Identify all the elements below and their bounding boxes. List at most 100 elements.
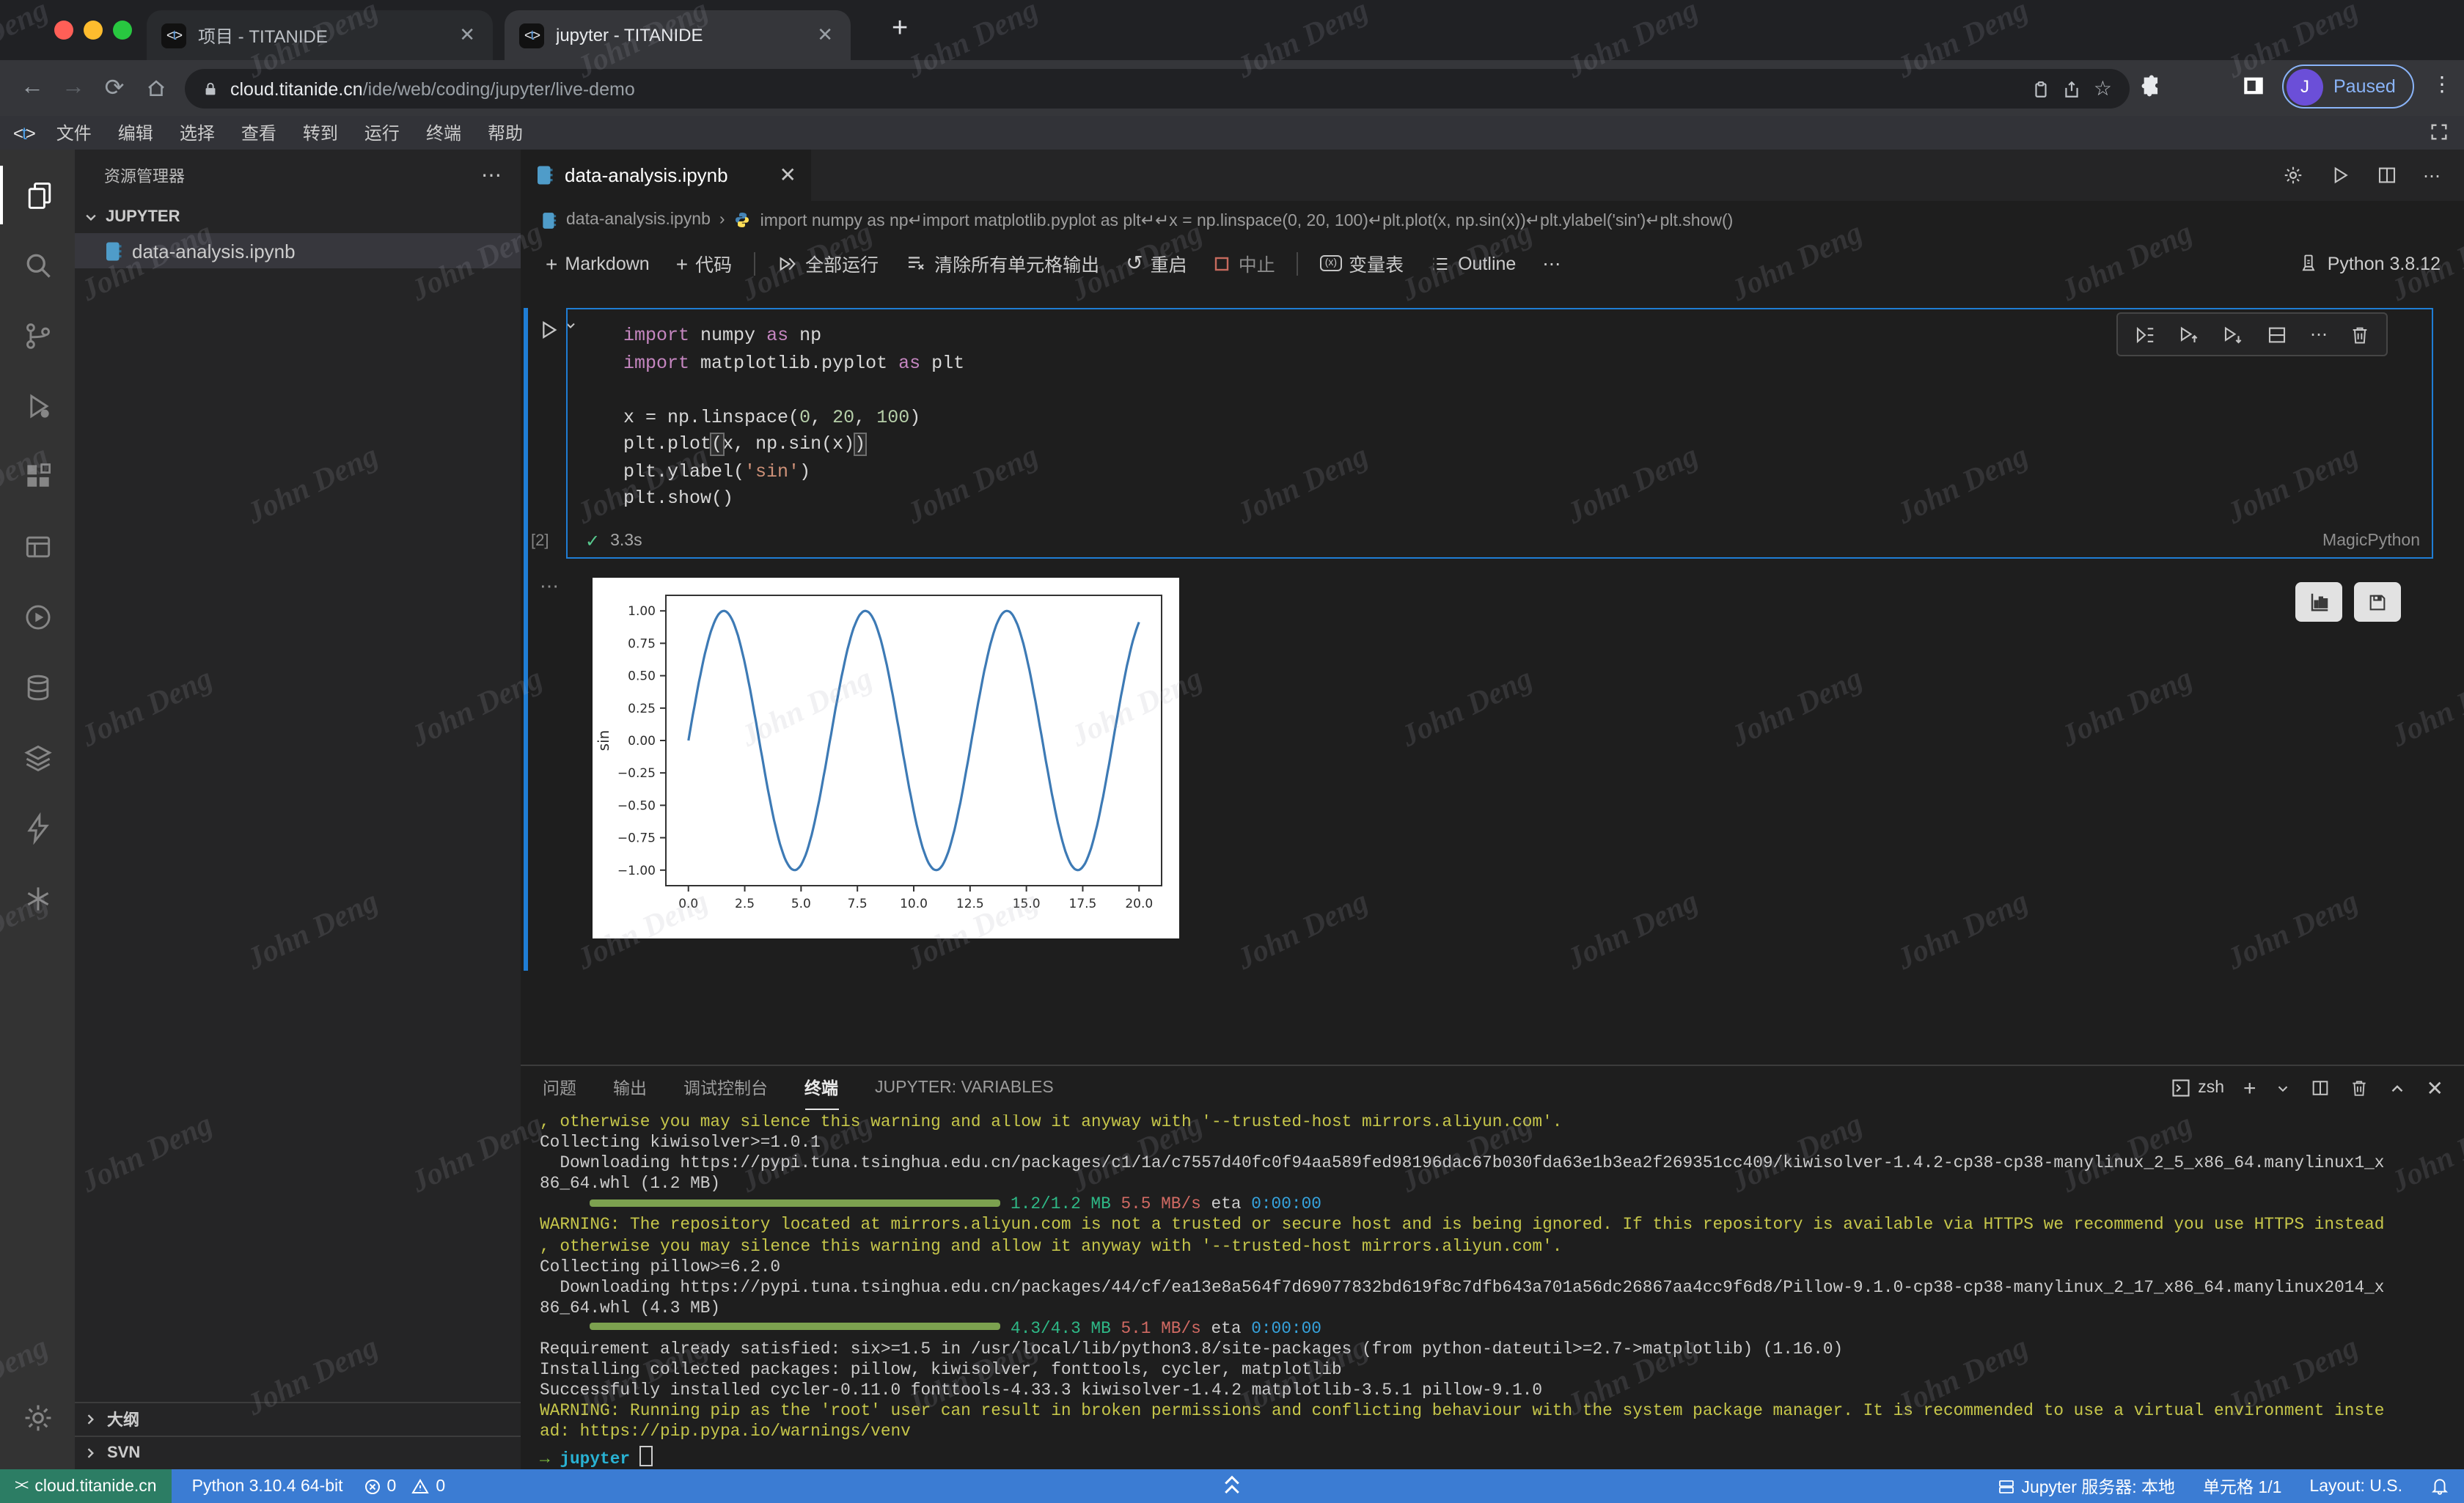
menu-item-7[interactable]: 终端 [413, 120, 474, 145]
python-interpreter-status[interactable]: Python 3.10.4 64-bit [192, 1477, 343, 1495]
jupyter-server-status[interactable]: Jupyter 服务器: 本地 [1998, 1474, 2175, 1498]
minimize-window-button[interactable] [84, 21, 103, 40]
breadcrumb-file[interactable]: data-analysis.ipynb [566, 211, 711, 229]
menu-item-1[interactable]: 文件 [43, 120, 105, 145]
maximize-panel-icon[interactable] [2388, 1078, 2408, 1098]
kernel-picker[interactable]: Python 3.8.12 [2298, 252, 2464, 274]
activity-database-icon[interactable] [0, 658, 75, 717]
problems-status[interactable]: 0 0 [364, 1477, 446, 1495]
delete-cell-icon[interactable] [2350, 323, 2370, 345]
breadcrumb[interactable]: data-analysis.ipynb › import numpy as np… [521, 201, 2464, 239]
editor-tab-notebook[interactable]: data-analysis.ipynb ✕ [521, 150, 811, 201]
sidebar-more-icon[interactable]: ⋯ [481, 163, 503, 188]
close-panel-icon[interactable]: ✕ [2427, 1076, 2443, 1100]
browser-tab-title: jupyter - TITANIDE [556, 25, 802, 45]
run-editor-icon[interactable] [2329, 164, 2351, 186]
terminal-output[interactable]: , otherwise you may silence this warning… [540, 1114, 2461, 1469]
notebook-settings-gear-icon[interactable] [2282, 164, 2304, 186]
close-window-button[interactable] [54, 21, 73, 40]
browser-tab-project[interactable]: <t> 项目 - TITANIDE ✕ [147, 10, 493, 60]
activity-lightning-icon[interactable] [0, 799, 75, 858]
panel-tab-3[interactable]: 调试控制台 [683, 1066, 768, 1110]
back-icon[interactable]: ← [12, 75, 53, 101]
new-tab-button[interactable]: + [892, 15, 908, 44]
cell-indicator-status[interactable]: 单元格 1/1 [2203, 1474, 2281, 1498]
cell-more-icon[interactable]: ⋯ [2310, 324, 2328, 345]
interrupt-button[interactable]: 中止 [1203, 246, 1286, 281]
activity-source-control-icon[interactable] [0, 306, 75, 365]
home-icon[interactable] [135, 77, 176, 99]
panel-tab-2[interactable]: 输出 [613, 1066, 647, 1110]
execute-cells-icon[interactable] [2134, 323, 2156, 345]
activity-run-debug-icon[interactable] [0, 377, 75, 436]
breadcrumb-cell-preview[interactable]: import numpy as np↵import matplotlib.pyp… [760, 210, 1734, 230]
outline-button[interactable]: Outline [1420, 246, 1526, 281]
close-editor-tab-icon[interactable]: ✕ [780, 163, 796, 188]
activity-sparkle-icon[interactable] [0, 870, 75, 928]
add-code-button[interactable]: +代码 [666, 246, 742, 281]
new-terminal-icon[interactable]: + [2243, 1076, 2256, 1100]
activity-layout-icon[interactable] [0, 518, 75, 576]
menu-item-8[interactable]: 帮助 [474, 120, 536, 145]
sidebar-section-jupyter[interactable]: JUPYTER [75, 201, 521, 233]
menu-item-2[interactable]: 编辑 [105, 120, 166, 145]
clipboard-icon[interactable] [2032, 78, 2051, 99]
variables-button[interactable]: (x)变量表 [1310, 246, 1414, 281]
activity-layers-icon[interactable] [0, 729, 75, 787]
side-panel-icon[interactable] [2241, 73, 2266, 98]
reload-icon[interactable]: ⟳ [94, 73, 135, 103]
manage-gear-icon[interactable] [0, 1389, 75, 1447]
run-above-icon[interactable] [2178, 323, 2200, 345]
activity-explorer-icon[interactable] [0, 166, 75, 224]
zoom-window-button[interactable] [113, 21, 132, 40]
menu-item-4[interactable]: 查看 [228, 120, 290, 145]
file-item-notebook[interactable]: data-analysis.ipynb [75, 233, 521, 268]
terminal-line: Collecting pillow>=6.2.0 [540, 1259, 2461, 1279]
sidebar-section-svn[interactable]: SVN [75, 1436, 521, 1469]
panel-tab-5[interactable]: JUPYTER: VARIABLES [875, 1066, 1054, 1110]
change-presentation-button[interactable] [2295, 582, 2342, 622]
forward-icon[interactable]: → [53, 75, 94, 101]
browser-profile-chip[interactable]: J Paused [2282, 65, 2415, 109]
panel-tab-4[interactable]: 终端 [804, 1066, 838, 1110]
activity-search-icon[interactable] [0, 236, 75, 295]
editor-more-actions-icon[interactable]: ⋯ [2423, 165, 2441, 185]
panel-tab-1[interactable]: 问题 [543, 1066, 576, 1110]
code-cell[interactable]: [2] import numpy as npimport matplotlib.… [566, 308, 2433, 559]
run-all-button[interactable]: 全部运行 [767, 246, 889, 281]
kill-terminal-icon[interactable] [2350, 1078, 2369, 1098]
activity-extensions-icon[interactable] [0, 447, 75, 506]
fullscreen-icon[interactable] [2429, 122, 2449, 142]
close-tab-icon[interactable]: ✕ [456, 23, 478, 47]
extensions-puzzle-icon[interactable] [2140, 73, 2165, 98]
browser-menu-icon[interactable]: ⋮ [2432, 72, 2452, 97]
clear-outputs-button[interactable]: 清除所有单元格输出 [895, 246, 1110, 281]
save-output-button[interactable] [2354, 582, 2401, 622]
split-editor-icon[interactable] [2376, 164, 2398, 186]
notebook-more-button[interactable]: ⋯ [1532, 246, 1571, 281]
address-bar[interactable]: cloud.titanide.cn/ide/web/coding/jupyter… [185, 69, 2130, 109]
share-icon[interactable] [2063, 78, 2082, 99]
notifications-bell-icon[interactable] [2430, 1477, 2449, 1496]
split-terminal-icon[interactable] [2311, 1078, 2331, 1098]
menu-item-3[interactable]: 选择 [166, 120, 228, 145]
site-favicon: <t> [519, 23, 544, 48]
remote-indicator[interactable]: >< cloud.titanide.cn [0, 1469, 172, 1503]
activity-run-circle-icon[interactable] [0, 588, 75, 647]
split-cell-icon[interactable] [2266, 323, 2288, 345]
bookmark-star-icon[interactable]: ☆ [2094, 76, 2112, 101]
restore-panel-chevrons-icon[interactable] [1221, 1471, 1243, 1500]
sidebar-section-outline[interactable]: 大纲 [75, 1402, 521, 1436]
menu-item-5[interactable]: 转到 [290, 120, 351, 145]
terminal-dropdown-chevron-icon[interactable] [2276, 1080, 2292, 1096]
run-below-icon[interactable] [2222, 323, 2244, 345]
cell-language[interactable]: MagicPython [2322, 532, 2420, 550]
restart-kernel-button[interactable]: ↺重启 [1115, 246, 1198, 281]
output-collapse-icon[interactable]: ⋯ [540, 575, 560, 598]
add-markdown-button[interactable]: +Markdown [535, 246, 660, 281]
keyboard-layout-status[interactable]: Layout: U.S. [2309, 1477, 2402, 1495]
menu-item-6[interactable]: 运行 [351, 120, 413, 145]
terminal-shell-badge[interactable]: zsh [2170, 1078, 2224, 1098]
close-tab-icon[interactable]: ✕ [814, 23, 836, 47]
browser-tab-jupyter[interactable]: <t> jupyter - TITANIDE ✕ [505, 10, 851, 60]
